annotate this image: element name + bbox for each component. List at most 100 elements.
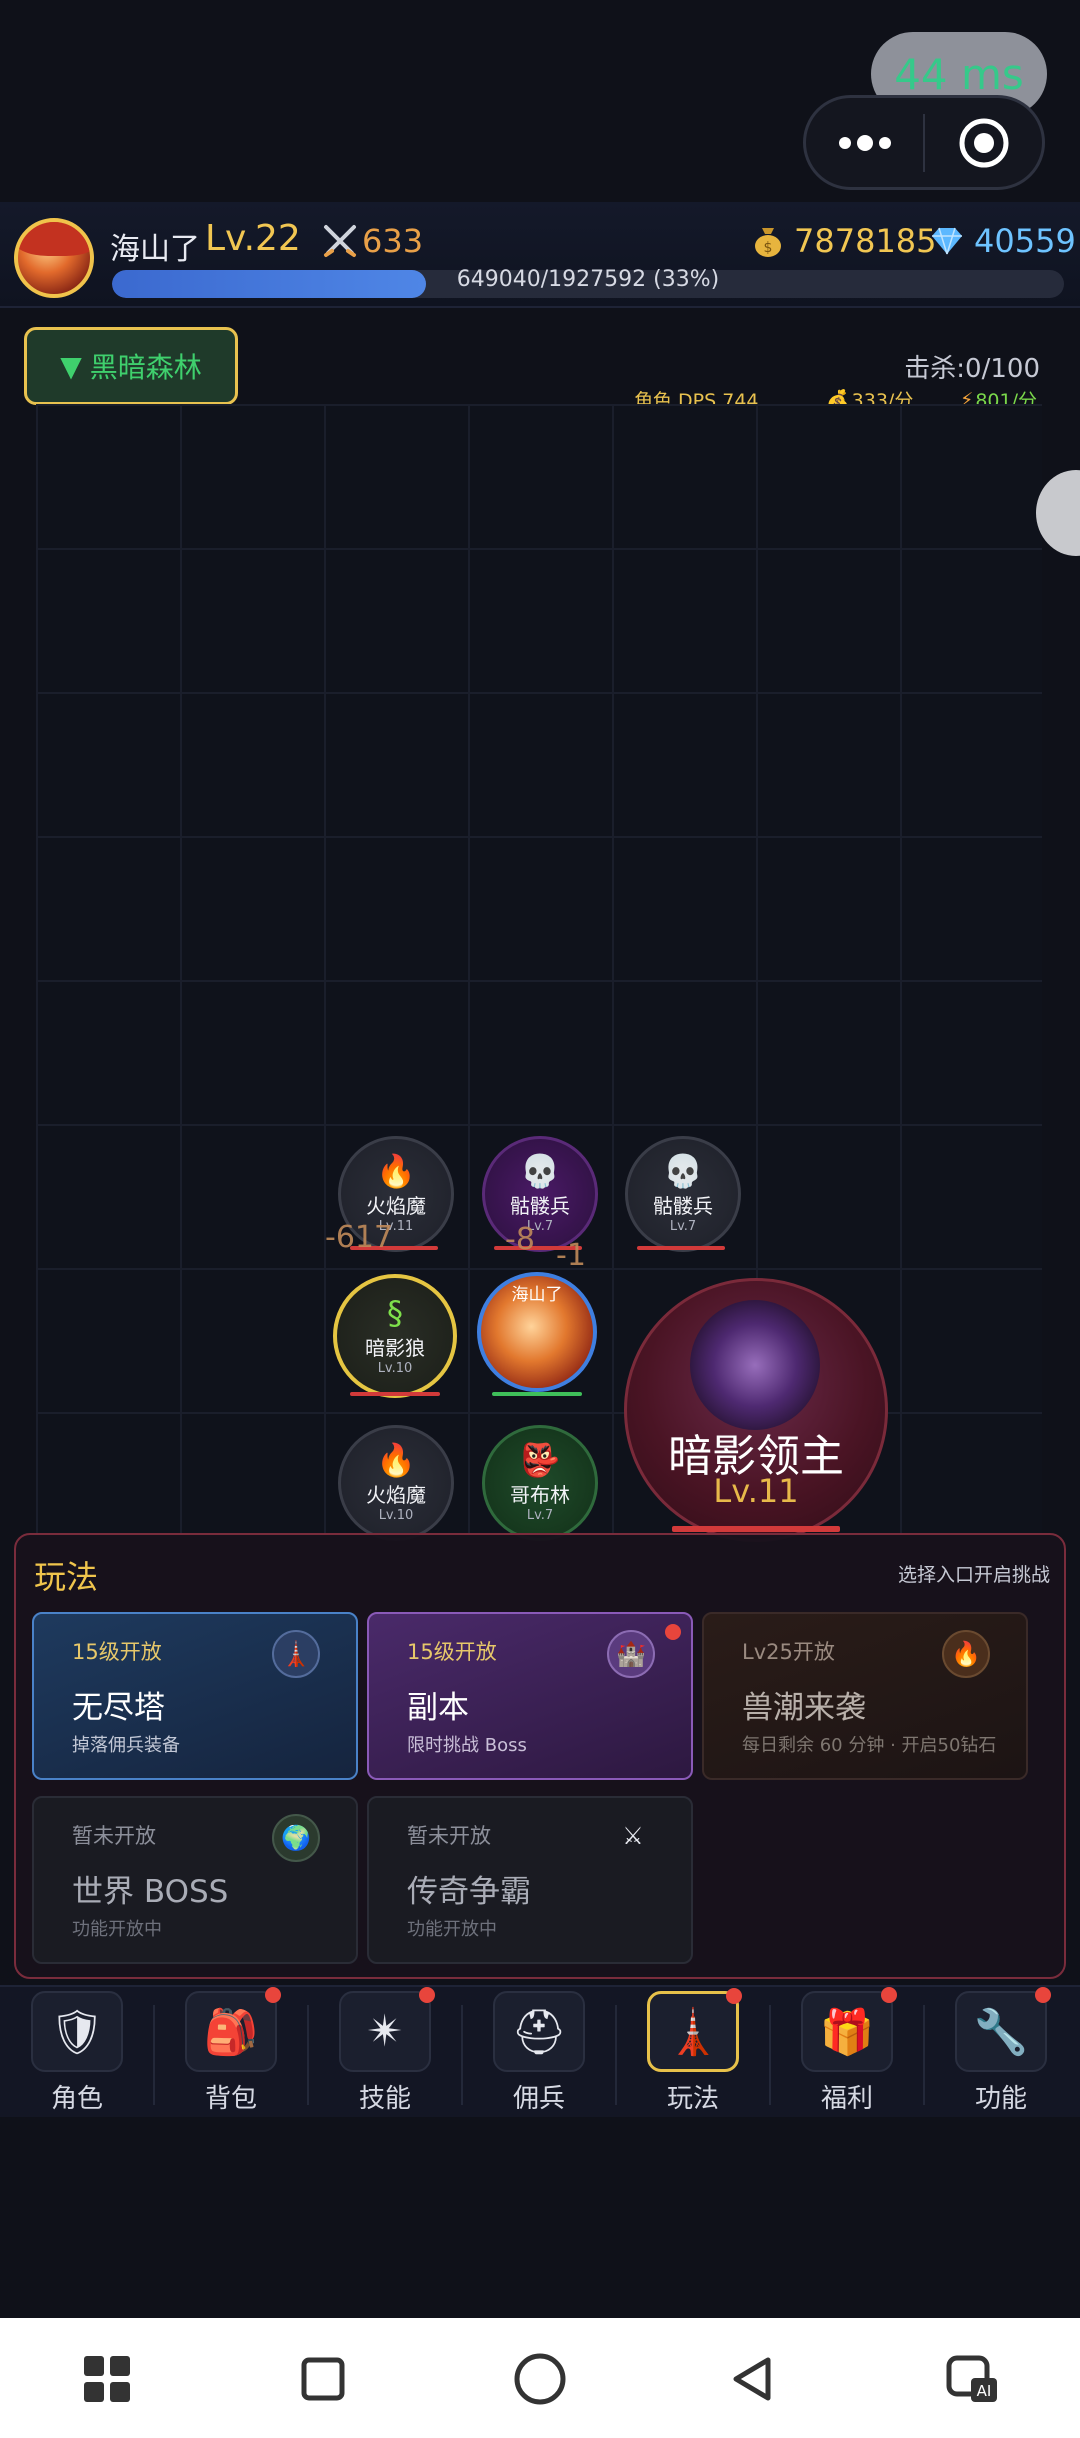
castle-icon: 🏰 [607, 1630, 655, 1678]
character-icon: 🛡 [31, 1991, 123, 2072]
tab-gameplay[interactable]: 🗼 玩法 [616, 1985, 770, 2115]
skull-icon: 💀 [520, 1152, 560, 1190]
unit-level: Lv.7 [526, 1508, 554, 1523]
target-close-icon [959, 118, 1008, 167]
tab-functions[interactable]: 🔧 功能 [924, 1985, 1078, 2115]
back-triangle-icon [733, 2357, 771, 2401]
more-dots-icon [838, 134, 891, 151]
tab-welfare[interactable]: 🎁 福利 [770, 1985, 924, 2115]
combat-power-value: 633 [362, 222, 424, 260]
recents-button[interactable] [288, 2344, 358, 2414]
notification-dot [419, 1987, 435, 2003]
hero-token-name: 海山了 [511, 1285, 563, 1305]
card-unlock-level: Lv25开放 [742, 1640, 835, 1664]
back-button[interactable] [718, 2344, 788, 2414]
unit-name: 火焰魔 [366, 1483, 426, 1507]
square-icon [301, 2357, 345, 2401]
money-bag-icon: $ [755, 228, 781, 257]
circle-icon [514, 2353, 566, 2405]
close-miniprogram-button[interactable] [925, 98, 1042, 187]
fire-icon: 🔥 [376, 1152, 416, 1190]
tab-skills[interactable]: ✴ 技能 [308, 1985, 462, 2115]
tab-character[interactable]: 🛡 角色 [0, 1985, 154, 2115]
globe-icon: 🌍 [272, 1814, 320, 1862]
hero-hp-bar [492, 1392, 582, 1396]
player-level: Lv.22 [205, 218, 301, 259]
card-world-boss[interactable]: 暂未开放 世界 BOSS 功能开放中 🌍 [32, 1796, 358, 1964]
notification-dot [726, 1988, 742, 2004]
card-unlock-level: 15级开放 [72, 1640, 162, 1664]
gold-value: 7878185 [794, 222, 937, 260]
card-subtitle: 功能开放中 [72, 1919, 162, 1940]
side-drawer-handle[interactable] [1036, 470, 1080, 556]
card-unlock-level: 15级开放 [407, 1640, 497, 1664]
combat-power: 633 [322, 222, 423, 260]
ally-shadow-wolf[interactable]: § 暗影狼 Lv.10 [333, 1274, 457, 1398]
card-title: 无尽塔 [72, 1690, 165, 1726]
panel-hint: 选择入口开启挑战 [897, 1564, 1050, 1586]
unit-name: 火焰魔 [366, 1194, 426, 1218]
gift-icon: 🎁 [801, 1987, 897, 2072]
ai-assistant-button[interactable]: AI [937, 2344, 1007, 2414]
enemy-fire-demon[interactable]: 🔥 火焰魔 Lv.10 [338, 1425, 454, 1541]
card-title: 世界 BOSS [72, 1874, 229, 1910]
wrench-icon: 🔧 [955, 1987, 1051, 2072]
ally-hp-bar [350, 1392, 440, 1396]
skull-icon: 💀 [663, 1152, 703, 1190]
card-legend-contest[interactable]: 暂未开放 传奇争霸 功能开放中 ⚔ [367, 1796, 693, 1964]
diamond-value: 40559 [974, 222, 1076, 260]
crossed-swords-icon: ⚔ [622, 1822, 644, 1850]
diamond-counter: 40559 [930, 222, 1076, 260]
boss-level: Lv.11 [713, 1472, 799, 1510]
gameplay-icon: 🗼 [647, 1988, 742, 2072]
notification-dot [881, 1987, 897, 2003]
zone-label: 黑暗森林 [89, 351, 202, 384]
card-dungeon[interactable]: 15级开放 副本 限时挑战 Boss 🏰 [367, 1612, 693, 1780]
miniprogram-capsule [803, 95, 1045, 190]
card-unlock-level: 暂未开放 [72, 1824, 156, 1848]
crossed-swords-icon [324, 225, 356, 257]
ally-goblin[interactable]: 👺 哥布林 Lv.7 [482, 1425, 598, 1541]
svg-text:AI: AI [977, 2382, 992, 2400]
card-subtitle: 功能开放中 [407, 1919, 497, 1940]
unit-name: 骷髅兵 [510, 1194, 570, 1218]
card-title: 传奇争霸 [407, 1874, 531, 1910]
unit-name: 暗影狼 [365, 1336, 425, 1360]
apps-grid-icon [84, 2356, 130, 2402]
enemy-skeleton[interactable]: 💀 骷髅兵 Lv.7 [482, 1136, 598, 1252]
notification-dot [1035, 1987, 1051, 2003]
flame-icon: 🔥 [942, 1630, 990, 1678]
more-menu-button[interactable] [806, 98, 923, 187]
gold-counter: $ 7878185 [752, 222, 937, 260]
unit-level: Lv.7 [669, 1219, 697, 1234]
tab-backpack[interactable]: 🎒 背包 [154, 1985, 308, 2115]
card-beast-tide[interactable]: Lv25开放 兽潮来袭 每日剩余 60 分钟 · 开启50钻石 🔥 [702, 1612, 1028, 1780]
home-button[interactable] [505, 2344, 575, 2414]
unit-level: Lv.10 [378, 1508, 414, 1523]
card-title: 兽潮来袭 [742, 1690, 866, 1726]
skill-icon: ✴ [339, 1987, 435, 2072]
card-endless-tower[interactable]: 15级开放 无尽塔 掉落佣兵装备 🗼 [32, 1612, 358, 1780]
zone-selector[interactable]: ▼ 黑暗森林 [24, 327, 238, 405]
player-avatar[interactable] [14, 218, 94, 298]
snake-icon: § [387, 1294, 403, 1332]
tab-label: 技能 [358, 2084, 411, 2114]
enemy-hp-bar [637, 1246, 725, 1250]
damage-number: -8 [505, 1222, 535, 1257]
tab-mercenary[interactable]: ⛑ 佣兵 [462, 1985, 616, 2115]
enemy-skeleton[interactable]: 💀 骷髅兵 Lv.7 [625, 1136, 741, 1252]
tab-label: 背包 [204, 2084, 257, 2114]
damage-number: -1 [556, 1238, 586, 1273]
panel-title: 玩法 [34, 1558, 99, 1596]
backpack-icon: 🎒 [185, 1987, 281, 2072]
tab-label: 角色 [50, 2084, 103, 2114]
xp-text: 649040/1927592 (33%) [456, 267, 720, 292]
ai-icon: AI [946, 2355, 997, 2402]
apps-grid-button[interactable] [72, 2344, 142, 2414]
svg-text:$: $ [764, 240, 773, 256]
card-title: 副本 [407, 1690, 469, 1726]
tab-label: 福利 [820, 2084, 873, 2114]
tab-label: 玩法 [666, 2084, 719, 2114]
diamond-icon [932, 227, 962, 255]
tab-label: 佣兵 [512, 2084, 565, 2114]
